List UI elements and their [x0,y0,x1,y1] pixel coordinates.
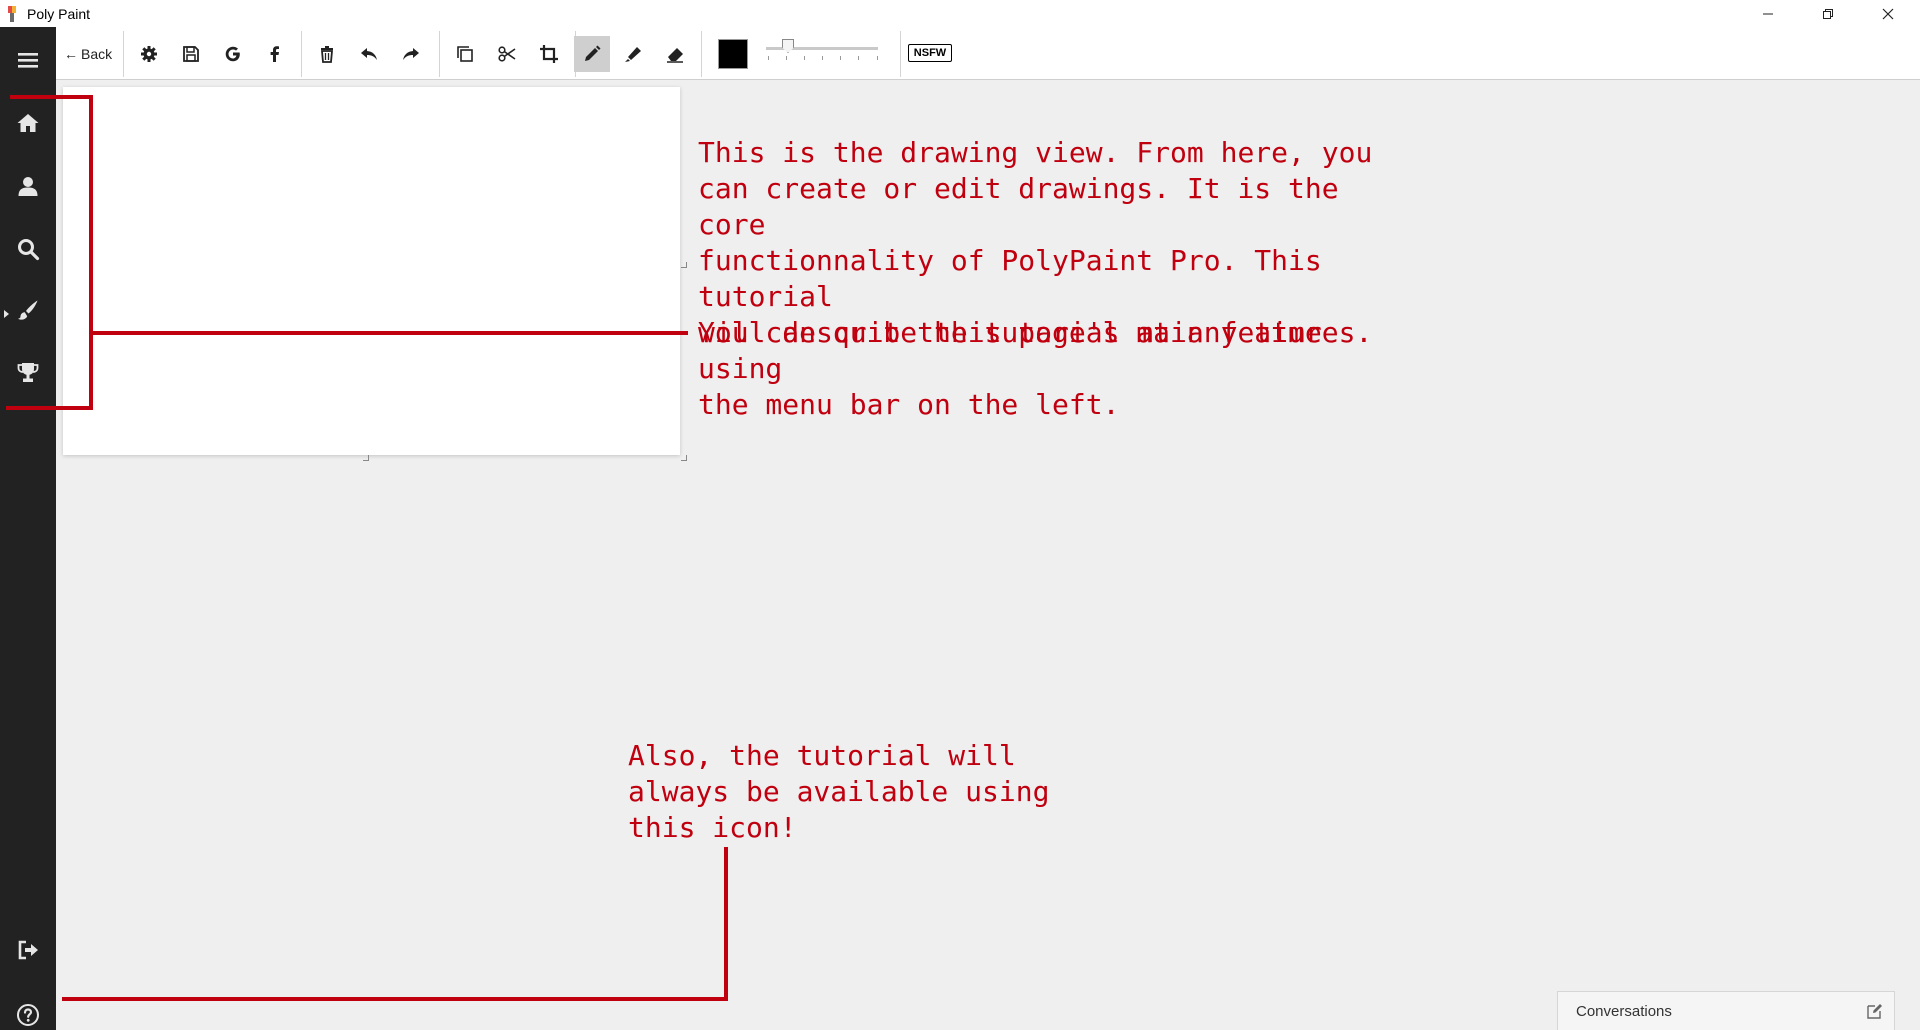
restore-icon [1823,8,1833,19]
restore-button[interactable] [1800,0,1856,27]
sidebar-menu-button[interactable] [0,35,56,85]
close-icon [1882,8,1894,19]
slider-ticks [768,56,878,60]
toolbar-separator [900,31,901,77]
minimize-icon [1763,13,1773,14]
facebook-icon [270,46,279,62]
sidebar-item-profile[interactable] [0,161,56,211]
sidebar [0,27,56,1030]
scissors-icon [498,46,516,62]
eraser-icon [667,48,683,63]
sidebar-item-draw[interactable] [0,285,56,335]
minimize-button[interactable] [1740,0,1796,27]
crop-button[interactable] [535,41,563,67]
help-icon-callout-line [62,847,728,1001]
back-button[interactable]: ← Back [64,44,112,64]
marker-icon [625,47,641,62]
close-button[interactable] [1860,0,1916,27]
back-label: Back [81,46,113,62]
settings-icon [141,46,157,62]
drawing-canvas[interactable] [63,87,680,455]
eraser-tool-button[interactable] [661,41,689,67]
help-icon [17,1004,39,1026]
drawing-toolbar: ← Back NSFW [56,27,1920,80]
stroke-size-slider-thumb[interactable] [782,39,794,53]
user-icon [18,177,38,196]
sidebar-item-leaderboard[interactable] [0,348,56,398]
save-icon [183,46,199,62]
canvas-resize-handle-corner[interactable] [681,455,687,461]
sidebar-item-home[interactable] [0,98,56,148]
trophy-icon [17,363,39,382]
toolbar-separator [123,31,124,77]
redo-button[interactable] [397,41,425,67]
window-title: Poly Paint [27,6,91,22]
stroke-color-swatch[interactable] [718,39,748,69]
pencil-tool-button[interactable] [574,36,610,72]
facebook-share-button[interactable] [261,41,289,67]
poly-paint-window: Poly Paint ← Back NSFW This is the drawi… [0,0,1920,1030]
nsfw-toggle[interactable]: NSFW [908,44,952,62]
crop-icon [540,45,558,63]
menu-icon [18,53,38,68]
canvas-resize-handle-right[interactable] [681,262,687,268]
title-bar: Poly Paint [0,0,1920,27]
tutorial-text-help: Also, the tutorial will always be availa… [628,739,1050,844]
delete-button[interactable] [313,41,341,67]
pencil-icon [585,45,601,61]
logout-icon [18,940,38,960]
save-button[interactable] [177,41,205,67]
duplicate-button[interactable] [451,41,479,67]
redo-icon [403,48,419,60]
cut-button[interactable] [493,41,521,67]
google-share-button[interactable] [219,41,247,67]
toolbar-separator [301,31,302,77]
canvas-resize-handle-bottom[interactable] [363,455,369,461]
marker-tool-button[interactable] [619,41,647,67]
google-icon [225,46,240,62]
tutorial-help-button[interactable] [0,990,56,1030]
toolbar-separator [439,31,440,77]
undo-icon [361,48,377,60]
settings-button[interactable] [135,41,163,67]
brush-icon [18,300,38,320]
trash-icon [321,46,333,63]
home-icon [17,114,39,132]
undo-button[interactable] [355,41,383,67]
app-logo-icon [8,6,16,22]
sidebar-item-logout[interactable] [0,925,56,975]
sidebar-item-search[interactable] [0,224,56,274]
edit-icon[interactable] [1866,1002,1884,1020]
search-icon [18,239,40,261]
duplicate-icon [457,46,473,62]
conversations-panel[interactable]: Conversations [1557,991,1895,1030]
toolbar-separator [701,31,702,77]
back-arrow-icon: ← [64,46,78,62]
tutorial-text-quit: You can quit the tutorial at any time us… [698,316,1322,421]
conversations-label: Conversations [1576,1003,1672,1020]
